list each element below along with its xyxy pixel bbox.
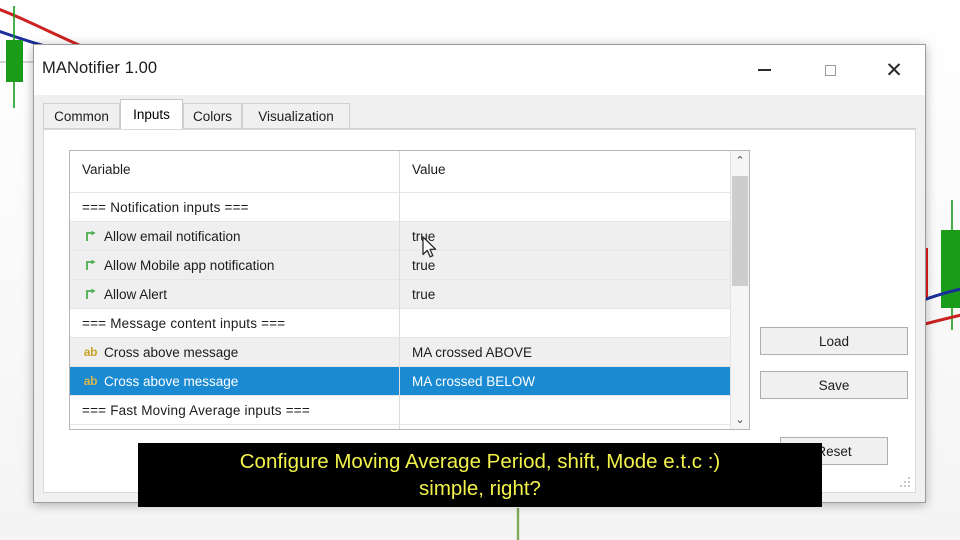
caption-overlay: Configure Moving Average Period, shift, … <box>138 443 822 507</box>
maximize-icon <box>824 64 836 76</box>
inputs-panel: Variable Value === Notification inputs =… <box>43 129 916 493</box>
table-row[interactable]: Allow Alert true <box>70 280 749 309</box>
boolean-arrow-icon <box>82 229 99 243</box>
header-value: Value <box>412 162 446 177</box>
row-value[interactable]: true <box>400 280 749 308</box>
section-label: === Fast Moving Average inputs === <box>82 402 310 418</box>
row-variable-label: Allow Mobile app notification <box>104 257 275 273</box>
table-row[interactable]: ab Cross above message MA crossed ABOVE <box>70 338 749 367</box>
string-ab-icon: ab <box>83 345 98 359</box>
row-variable: === Notification inputs === <box>70 193 399 221</box>
row-variable-label: Allow Alert <box>104 286 168 302</box>
row-value[interactable]: MA crossed ABOVE <box>400 338 749 366</box>
row-value[interactable] <box>400 193 749 221</box>
title-bar[interactable]: MANotifier 1.00 ✕ <box>34 45 925 95</box>
maximize-button[interactable] <box>807 45 853 95</box>
table-row[interactable]: === Message content inputs === <box>70 309 749 338</box>
manotifier-dialog: MANotifier 1.00 ✕ Common Inputs Colors V… <box>33 44 926 503</box>
caption-line-2: simple, right? <box>419 477 541 500</box>
string-ab-icon: ab <box>83 374 98 388</box>
row-value[interactable] <box>400 396 749 424</box>
section-label: === Message content inputs === <box>82 315 286 331</box>
row-variable: === Fast Moving Average inputs === <box>70 396 399 424</box>
row-value[interactable]: true <box>400 222 749 250</box>
close-button[interactable]: ✕ <box>871 45 917 95</box>
section-label: === Notification inputs === <box>82 199 249 215</box>
row-variable-label: Allow email notification <box>104 228 241 244</box>
row-variable: Allow email notification <box>70 222 399 250</box>
table-vertical-scrollbar[interactable]: ⌃ ⌄ <box>730 151 749 429</box>
inputs-table-body: Variable Value === Notification inputs =… <box>70 151 749 429</box>
row-value[interactable] <box>400 425 749 429</box>
row-variable-label: Cross above message <box>104 344 239 360</box>
boolean-arrow-icon <box>82 258 99 272</box>
tab-visualization[interactable]: Visualization <box>242 103 350 129</box>
caption-line-1: Configure Moving Average Period, shift, … <box>239 449 721 473</box>
row-variable: === Message content inputs === <box>70 309 399 337</box>
row-variable: Allow Mobile app notification <box>70 251 399 279</box>
table-row-selected[interactable]: ab Cross above message MA crossed BELOW <box>70 367 749 396</box>
table-row-empty[interactable] <box>70 425 749 429</box>
scrollbar-thumb[interactable] <box>732 176 748 286</box>
boolean-arrow-icon <box>82 287 99 301</box>
row-value[interactable] <box>400 309 749 337</box>
inputs-table[interactable]: Variable Value === Notification inputs =… <box>69 150 750 430</box>
window-title: MANotifier 1.00 <box>42 59 158 77</box>
table-row[interactable]: Allow email notification true <box>70 222 749 251</box>
column-divider <box>399 151 400 429</box>
save-button[interactable]: Save <box>760 371 908 399</box>
row-value[interactable]: true <box>400 251 749 279</box>
tab-strip: Common Inputs Colors Visualization <box>43 99 916 129</box>
minimize-button[interactable] <box>741 45 787 95</box>
resize-grip[interactable] <box>899 477 911 489</box>
close-icon: ✕ <box>885 57 903 82</box>
row-variable-label: Cross above message <box>104 373 239 389</box>
row-variable: ab Cross above message <box>70 367 399 395</box>
row-variable: Allow Alert <box>70 280 399 308</box>
row-variable: ab Cross above message <box>70 338 399 366</box>
settings-field-area <box>760 405 908 427</box>
tab-common[interactable]: Common <box>43 103 120 129</box>
table-row[interactable]: Allow Mobile app notification true <box>70 251 749 280</box>
scroll-down-icon[interactable]: ⌄ <box>731 410 749 429</box>
table-row[interactable]: === Fast Moving Average inputs === <box>70 396 749 425</box>
scroll-up-icon[interactable]: ⌃ <box>731 151 749 170</box>
tab-colors[interactable]: Colors <box>183 103 242 129</box>
row-value[interactable]: MA crossed BELOW <box>400 367 749 395</box>
tab-inputs[interactable]: Inputs <box>120 99 183 129</box>
header-variable: Variable <box>82 162 131 177</box>
row-variable <box>70 425 399 429</box>
table-header-row: Variable Value <box>70 151 749 193</box>
table-row[interactable]: === Notification inputs === <box>70 193 749 222</box>
load-button[interactable]: Load <box>760 327 908 355</box>
minimize-icon <box>757 69 771 71</box>
